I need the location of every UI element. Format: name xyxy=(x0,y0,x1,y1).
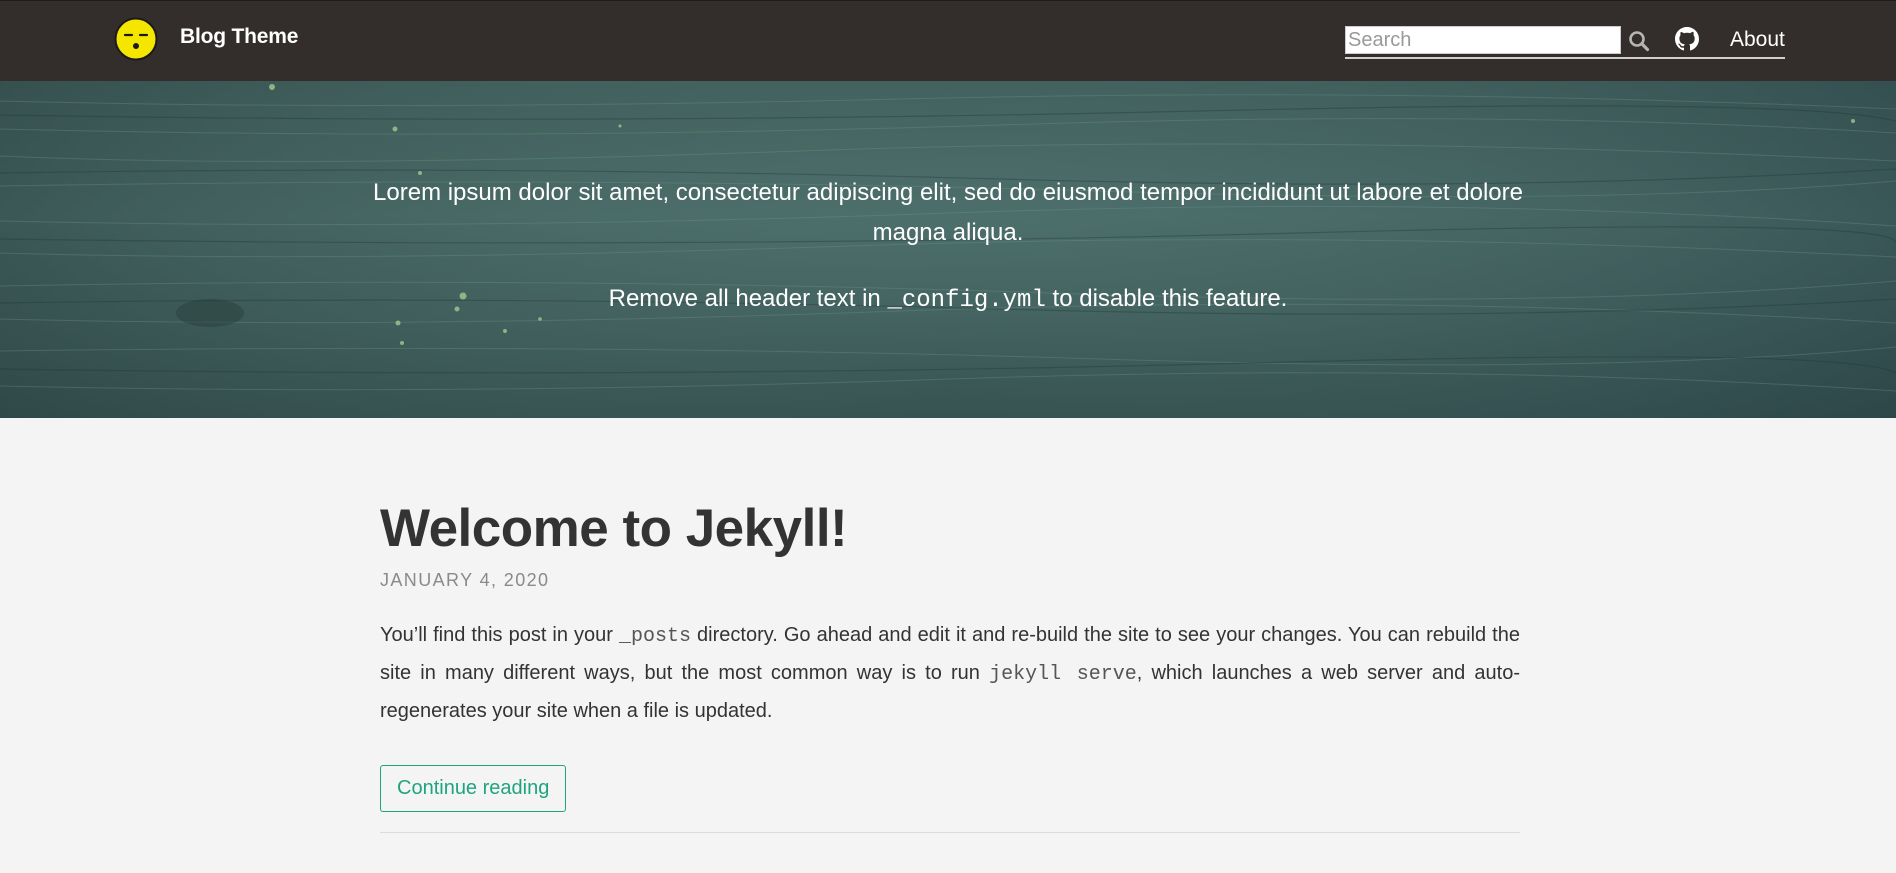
sleepy-face-icon[interactable] xyxy=(114,17,158,61)
post-excerpt: You’ll find this post in your _posts dir… xyxy=(380,617,1520,729)
nav-right: About xyxy=(1345,21,1785,59)
post-title[interactable]: Welcome to Jekyll! xyxy=(380,499,1520,558)
github-icon[interactable] xyxy=(1675,27,1699,51)
excerpt-code-serve: jekyll serve xyxy=(989,663,1137,687)
about-link[interactable]: About xyxy=(1730,28,1785,52)
hero-note: Remove all header text in _config.yml to… xyxy=(370,279,1526,321)
continue-reading-button[interactable]: Continue reading xyxy=(380,765,567,813)
hero-banner: Lorem ipsum dolor sit amet, consectetur … xyxy=(0,81,1896,418)
hero-text: Lorem ipsum dolor sit amet, consectetur … xyxy=(370,173,1526,347)
post-divider xyxy=(380,832,1520,834)
hero-note-text: Remove all header text in xyxy=(608,285,888,312)
hero-note-text-end: to disable this feature. xyxy=(1045,285,1288,312)
excerpt-text-1: You’ll find this post in your xyxy=(380,624,619,647)
hero-note-code: _config.yml xyxy=(887,287,1046,314)
post-preview: Welcome to Jekyll! JANUARY 4, 2020 You’l… xyxy=(380,499,1520,834)
excerpt-code-posts: _posts xyxy=(619,625,692,649)
hero-tagline: Lorem ipsum dolor sit amet, consectetur … xyxy=(373,179,1523,246)
post-date: JANUARY 4, 2020 xyxy=(380,570,550,591)
search-input[interactable] xyxy=(1345,26,1621,54)
search-icon[interactable] xyxy=(1627,29,1651,53)
navbar: Blog Theme About xyxy=(0,0,1896,81)
brand-title[interactable]: Blog Theme xyxy=(180,25,298,49)
